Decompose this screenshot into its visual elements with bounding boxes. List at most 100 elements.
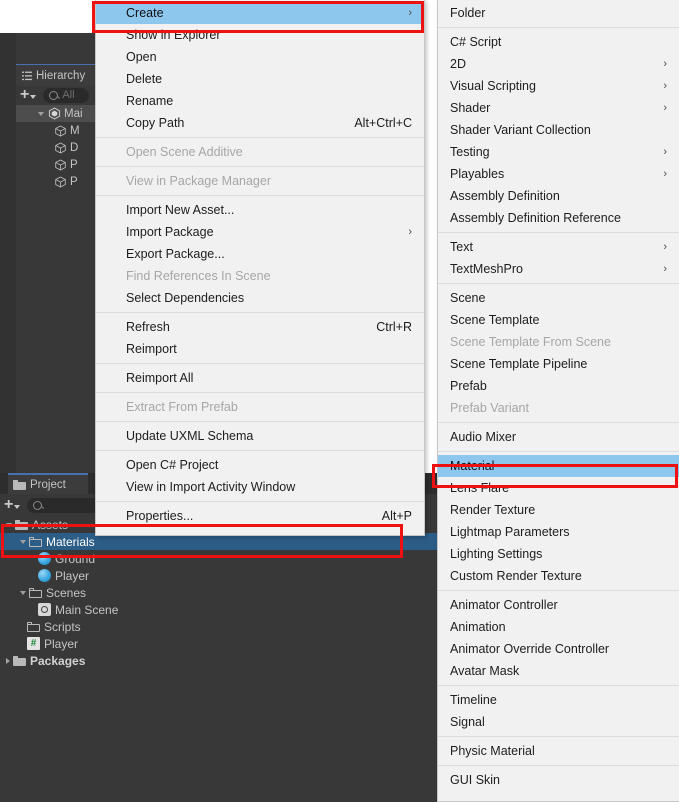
tree-row-main-scene[interactable]: Main Scene xyxy=(0,601,437,618)
menu-item-view-in-import-activity-window[interactable]: View in Import Activity Window xyxy=(96,476,424,498)
menu-item-label: Lighting Settings xyxy=(450,547,543,561)
menu-item-view-in-package-manager: View in Package Manager xyxy=(96,170,424,192)
menu-item-properties[interactable]: Properties... Alt+P xyxy=(96,505,424,527)
menu-item-label: View in Import Activity Window xyxy=(126,480,296,494)
hierarchy-row-label: M xyxy=(70,124,80,137)
chevron-down-icon[interactable] xyxy=(14,504,21,509)
submenu-item-lens-flare[interactable]: Lens Flare xyxy=(438,477,679,499)
menu-item-reimport[interactable]: Reimport xyxy=(96,338,424,360)
menu-item-shortcut: Ctrl+R xyxy=(376,320,412,334)
tree-row-ground-material[interactable]: Ground xyxy=(0,550,437,567)
submenu-item-scene-template-from-scene: Scene Template From Scene xyxy=(438,331,679,353)
tree-row-player-material[interactable]: Player xyxy=(0,567,437,584)
submenu-item-scene-template[interactable]: Scene Template xyxy=(438,309,679,331)
menu-item-rename[interactable]: Rename xyxy=(96,90,424,112)
hierarchy-row-item[interactable]: P xyxy=(16,173,100,190)
submenu-item-csharp-script[interactable]: C# Script xyxy=(438,31,679,53)
hierarchy-row-label: P xyxy=(70,175,78,188)
menu-item-label: Material xyxy=(450,459,495,473)
menu-item-import-package[interactable]: Import Package › xyxy=(96,221,424,243)
menu-item-label: Folder xyxy=(450,6,486,20)
menu-item-create[interactable]: Create › xyxy=(96,2,424,24)
hierarchy-row-label: Mai xyxy=(64,107,83,120)
submenu-item-folder[interactable]: Folder xyxy=(438,2,679,24)
menu-separator xyxy=(96,450,424,451)
chevron-right-icon: › xyxy=(663,262,667,275)
twisty-open-icon[interactable] xyxy=(20,539,26,544)
tree-row-label: Materials xyxy=(46,534,95,549)
twisty-open-icon[interactable] xyxy=(20,590,26,595)
submenu-item-visual-scripting[interactable]: Visual Scripting › xyxy=(438,75,679,97)
submenu-item-timeline[interactable]: Timeline xyxy=(438,689,679,711)
submenu-item-playables[interactable]: Playables › xyxy=(438,163,679,185)
submenu-item-assembly-definition[interactable]: Assembly Definition xyxy=(438,185,679,207)
hierarchy-add-button[interactable]: + xyxy=(20,87,29,103)
menu-item-show-in-explorer[interactable]: Show in Explorer xyxy=(96,24,424,46)
menu-item-label: Create xyxy=(126,6,164,20)
twisty-open-icon[interactable] xyxy=(38,111,44,116)
submenu-item-scene-template-pipeline[interactable]: Scene Template Pipeline xyxy=(438,353,679,375)
menu-item-label: Assembly Definition Reference xyxy=(450,211,621,225)
tree-row-player-script[interactable]: # Player xyxy=(0,635,437,652)
folder-icon xyxy=(15,519,28,530)
submenu-item-scene[interactable]: Scene xyxy=(438,287,679,309)
submenu-item-testing[interactable]: Testing › xyxy=(438,141,679,163)
menu-item-label: Import Package xyxy=(126,225,214,239)
menu-item-copy-path[interactable]: Copy Path Alt+Ctrl+C xyxy=(96,112,424,134)
submenu-item-2d[interactable]: 2D › xyxy=(438,53,679,75)
tree-row-label: Player xyxy=(55,568,90,583)
submenu-item-prefab[interactable]: Prefab xyxy=(438,375,679,397)
tree-row-label: Packages xyxy=(30,653,86,668)
chevron-right-icon: › xyxy=(408,6,412,19)
hierarchy-tabbar: Hierarchy xyxy=(16,64,100,86)
submenu-item-shader[interactable]: Shader › xyxy=(438,97,679,119)
tab-project[interactable]: Project xyxy=(8,473,88,494)
submenu-item-animator-override-controller[interactable]: Animator Override Controller xyxy=(438,638,679,660)
submenu-item-assembly-definition-reference[interactable]: Assembly Definition Reference xyxy=(438,207,679,229)
menu-item-label: Animator Override Controller xyxy=(450,642,610,656)
menu-item-label: Rename xyxy=(126,94,174,108)
menu-item-reimport-all[interactable]: Reimport All xyxy=(96,367,424,389)
menu-item-select-dependencies[interactable]: Select Dependencies xyxy=(96,287,424,309)
submenu-item-signal[interactable]: Signal xyxy=(438,711,679,733)
unity-scene-icon xyxy=(48,107,61,120)
submenu-item-textmeshpro[interactable]: TextMeshPro › xyxy=(438,258,679,280)
submenu-item-material[interactable]: Material xyxy=(438,455,679,477)
menu-separator xyxy=(438,590,679,591)
submenu-item-audio-mixer[interactable]: Audio Mixer xyxy=(438,426,679,448)
hierarchy-row-item[interactable]: P xyxy=(16,156,100,173)
submenu-item-shader-variant-collection[interactable]: Shader Variant Collection xyxy=(438,119,679,141)
hierarchy-row-main-scene[interactable]: Mai xyxy=(16,105,100,122)
menu-item-open-csharp-project[interactable]: Open C# Project xyxy=(96,454,424,476)
submenu-item-animator-controller[interactable]: Animator Controller xyxy=(438,594,679,616)
tree-row-scenes[interactable]: Scenes xyxy=(0,584,437,601)
submenu-item-gui-skin[interactable]: GUI Skin xyxy=(438,769,679,791)
submenu-item-custom-render-texture[interactable]: Custom Render Texture xyxy=(438,565,679,587)
menu-item-label: Playables xyxy=(450,167,505,181)
twisty-open-icon[interactable] xyxy=(6,522,12,527)
submenu-item-lighting-settings[interactable]: Lighting Settings xyxy=(438,543,679,565)
menu-item-delete[interactable]: Delete xyxy=(96,68,424,90)
project-add-button[interactable]: + xyxy=(4,497,13,513)
hierarchy-row-item[interactable]: D xyxy=(16,139,100,156)
chevron-down-icon[interactable] xyxy=(30,94,37,99)
submenu-item-animation[interactable]: Animation xyxy=(438,616,679,638)
tab-hierarchy[interactable]: Hierarchy xyxy=(16,65,100,86)
twisty-closed-icon[interactable] xyxy=(6,657,10,664)
menu-item-label: Import New Asset... xyxy=(126,203,235,217)
submenu-item-avatar-mask[interactable]: Avatar Mask xyxy=(438,660,679,682)
menu-item-open[interactable]: Open xyxy=(96,46,424,68)
menu-item-export-package[interactable]: Export Package... xyxy=(96,243,424,265)
submenu-item-text[interactable]: Text › xyxy=(438,236,679,258)
tree-row-packages[interactable]: Packages xyxy=(0,652,437,669)
tree-row-scripts[interactable]: Scripts xyxy=(0,618,437,635)
menu-item-import-new-asset[interactable]: Import New Asset... xyxy=(96,199,424,221)
hierarchy-row-item[interactable]: M xyxy=(16,122,100,139)
menu-item-label: Delete xyxy=(126,72,163,86)
submenu-item-render-texture[interactable]: Render Texture xyxy=(438,499,679,521)
submenu-item-physic-material[interactable]: Physic Material xyxy=(438,740,679,762)
menu-item-refresh[interactable]: Refresh Ctrl+R xyxy=(96,316,424,338)
hierarchy-search-input[interactable]: All xyxy=(43,87,90,103)
menu-item-update-uxml-schema[interactable]: Update UXML Schema xyxy=(96,425,424,447)
submenu-item-lightmap-parameters[interactable]: Lightmap Parameters xyxy=(438,521,679,543)
